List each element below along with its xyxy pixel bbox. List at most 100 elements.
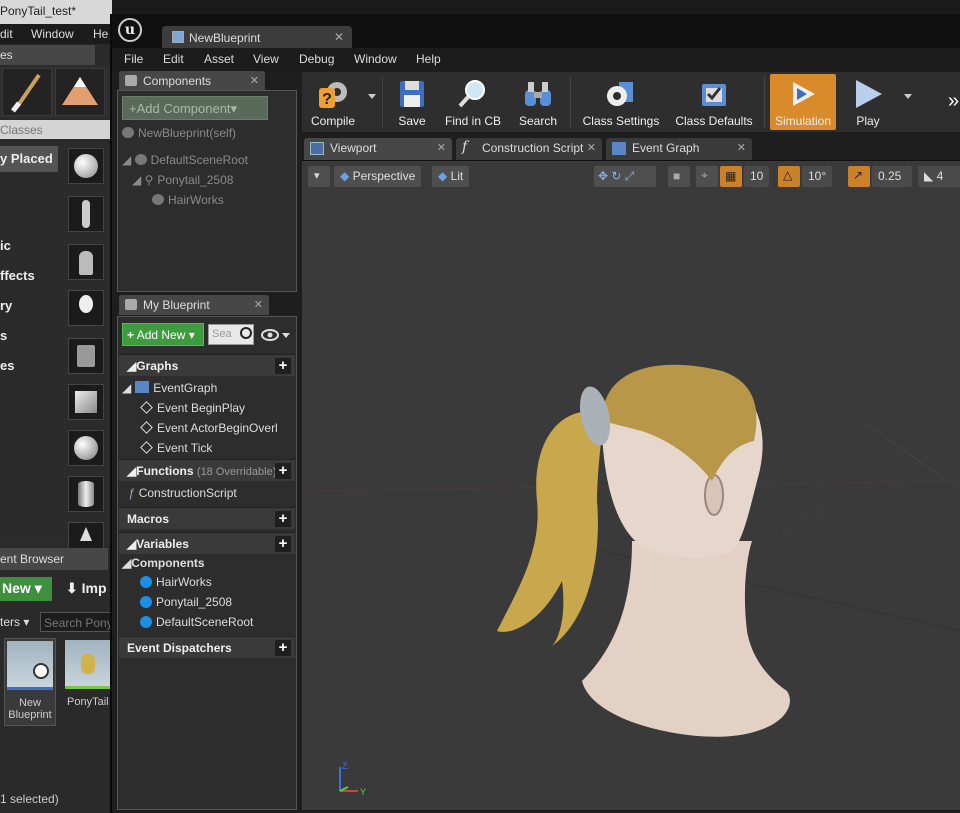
content-search-input[interactable]: Search Pony (40, 612, 112, 632)
add-graph-button[interactable]: + (275, 358, 291, 374)
menu-file[interactable]: File (124, 52, 143, 66)
filters-button[interactable]: ters ▾ (0, 615, 29, 629)
menu-window[interactable]: Window (354, 52, 397, 66)
play-button[interactable]: Play (840, 74, 896, 130)
character-item[interactable] (68, 196, 104, 232)
category-visual-effects[interactable]: ffects (0, 268, 35, 283)
asset-tile-ponytail[interactable]: PonyTail (63, 638, 112, 726)
menu-help[interactable]: He (93, 27, 108, 41)
variables-category[interactable]: ◢Components (122, 556, 205, 570)
pawn-item[interactable] (68, 244, 104, 280)
content-new-button[interactable]: New ▾ (0, 577, 52, 601)
add-function-button[interactable]: + (275, 463, 291, 479)
variable-item[interactable]: DefaultSceneRoot (140, 615, 253, 629)
macros-section[interactable]: Macros + (119, 507, 295, 529)
category-geometry[interactable]: ry (0, 298, 12, 313)
rotation-snap-toggle[interactable]: △ (778, 166, 800, 187)
add-variable-button[interactable]: + (275, 536, 291, 552)
document-tab[interactable]: NewBlueprint ✕ (162, 26, 352, 50)
tab-event-graph[interactable]: Event Graph ✕ (606, 138, 752, 160)
cylinder-item[interactable] (68, 476, 104, 512)
grid-icon: ▦ (725, 169, 737, 183)
player-start-item[interactable] (68, 338, 104, 374)
add-dispatcher-button[interactable]: + (275, 640, 291, 656)
compile-options-arrow[interactable] (368, 94, 376, 99)
menu-debug[interactable]: Debug (299, 52, 334, 66)
landscape-mode-button[interactable] (55, 68, 105, 116)
component-self[interactable]: NewBlueprint(self) (122, 126, 236, 140)
asset-tile-new-blueprint[interactable]: New Blueprint (4, 638, 56, 726)
menu-edit[interactable]: dit (0, 27, 13, 41)
close-icon[interactable]: ✕ (587, 141, 596, 154)
grid-snap-toggle[interactable]: ▦ (720, 166, 742, 187)
variables-section[interactable]: ◢Variables + (119, 532, 295, 554)
component-tree-item[interactable]: ◢ DefaultSceneRoot (122, 153, 248, 167)
category-volumes[interactable]: s (0, 328, 7, 343)
close-icon[interactable]: ✕ (250, 74, 259, 87)
event-item[interactable]: Event Tick (140, 441, 212, 455)
close-icon[interactable]: ✕ (334, 30, 344, 44)
tab-viewport[interactable]: Viewport ✕ (304, 138, 452, 160)
world-local-button[interactable]: ⌖ (696, 166, 718, 187)
event-item[interactable]: Event ActorBeginOverl (140, 421, 278, 435)
class-settings-button[interactable]: Class Settings (574, 74, 668, 130)
surface-snap-button[interactable]: ■ (668, 166, 690, 187)
close-icon[interactable]: ✕ (437, 141, 446, 154)
viewport-options-button[interactable]: ▾ (308, 166, 330, 187)
simulation-button[interactable]: Simulation (770, 74, 836, 130)
variable-item[interactable]: HairWorks (140, 575, 212, 589)
component-tree-item[interactable]: ◢ ⚲ Ponytail_2508 (132, 173, 233, 187)
toolbar-overflow-icon[interactable]: » (948, 90, 959, 113)
components-tab[interactable]: Components ✕ (119, 71, 265, 91)
paint-mode-button[interactable] (2, 68, 52, 116)
save-button[interactable]: Save (390, 74, 434, 130)
viewport[interactable]: ▾ ◆ Perspective ◆ Lit ✥ ↻ ⤢ ■ ⌖ ▦ 10 △ 1… (302, 160, 960, 810)
sphere-item-2[interactable] (68, 430, 104, 466)
category-all-classes[interactable]: es (0, 358, 14, 373)
import-button[interactable]: ⬇ Imp (66, 580, 107, 597)
perspective-button[interactable]: ◆ Perspective (334, 166, 422, 187)
asset-name: New Blueprint (8, 697, 52, 721)
menu-asset[interactable]: Asset (204, 52, 234, 66)
modes-tab[interactable]: es (0, 45, 95, 65)
search-button[interactable]: Search (514, 74, 562, 130)
menu-view[interactable]: View (253, 52, 279, 66)
graphs-section[interactable]: ◢Graphs + (119, 354, 295, 376)
my-blueprint-tab[interactable]: My Blueprint ✕ (119, 295, 269, 315)
menu-edit[interactable]: Edit (163, 52, 184, 66)
lit-button[interactable]: ◆ Lit (432, 166, 470, 187)
cube-item[interactable] (68, 384, 104, 420)
add-component-button[interactable]: +Add Component▾ (122, 96, 268, 120)
compile-button[interactable]: ? Compile (306, 74, 360, 130)
close-icon[interactable]: ✕ (254, 298, 263, 311)
rotation-snap-value[interactable]: 10° (802, 166, 833, 187)
menu-window[interactable]: Window (31, 27, 74, 41)
play-options-arrow[interactable] (904, 94, 912, 99)
class-defaults-button[interactable]: Class Defaults (668, 74, 760, 130)
view-options-button[interactable] (260, 326, 294, 344)
sphere-item[interactable] (68, 148, 104, 184)
function-item[interactable]: ƒ ConstructionScript (128, 486, 237, 500)
grid-snap-value[interactable]: 10 (744, 166, 770, 187)
close-icon[interactable]: ✕ (737, 141, 746, 154)
event-graph-item[interactable]: ◢ EventGraph (122, 381, 217, 395)
variable-item[interactable]: Ponytail_2508 (140, 595, 232, 609)
find-in-cb-button[interactable]: Find in CB (440, 74, 506, 130)
point-light-item[interactable] (68, 290, 104, 326)
category-basic[interactable]: ic (0, 238, 11, 253)
event-dispatchers-section[interactable]: Event Dispatchers + (119, 636, 295, 658)
content-browser-tab[interactable]: ent Browser (0, 548, 108, 570)
search-classes-input[interactable]: Classes (0, 120, 112, 139)
component-tree-item[interactable]: HairWorks (152, 193, 224, 207)
scale-snap-toggle[interactable]: ↗ (848, 166, 870, 187)
event-item[interactable]: Event BeginPlay (140, 401, 245, 415)
transform-tools[interactable]: ✥ ↻ ⤢ (594, 166, 656, 187)
functions-section[interactable]: ◢Functions (18 Overridable) + (119, 459, 295, 481)
category-recently-placed[interactable]: y Placed (0, 146, 58, 172)
add-macro-button[interactable]: + (275, 511, 291, 527)
add-new-button[interactable]: + Add New ▾ (122, 323, 204, 346)
tab-construction-script[interactable]: f Construction Script ✕ (456, 138, 602, 160)
menu-help[interactable]: Help (416, 52, 441, 66)
scale-snap-value[interactable]: 0.25 (872, 166, 912, 187)
camera-speed-button[interactable]: ◣ 4 (918, 166, 960, 187)
